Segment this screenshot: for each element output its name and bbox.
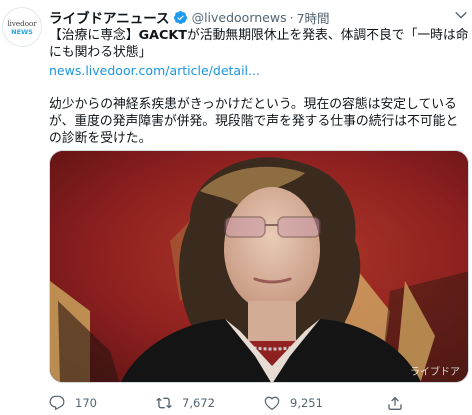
retweet-icon xyxy=(156,397,172,409)
avatar[interactable]: livedoor NEWS xyxy=(2,7,42,47)
tweet-body: 幼少からの神経系疾患がきっかけだという。現在の容態は安定しているが、重度の発声障… xyxy=(49,97,459,146)
tweet-headline: 【治療に専念】GACKTが活動無期限休止を発表、体調不良で「一時は命にも関わる状… xyxy=(49,27,469,61)
tweet-photo[interactable]: ライブドア xyxy=(49,150,469,383)
avatar-logo-line2: NEWS xyxy=(11,27,33,36)
action-bar: 170 7,672 9,251 xyxy=(49,394,409,412)
meta-separator: · xyxy=(289,9,294,25)
avatar-logo-line1: livedoor xyxy=(7,18,37,28)
verified-badge-icon xyxy=(173,10,187,24)
author-name[interactable]: ライブドアニュース xyxy=(49,7,170,27)
headline-prefix: 【治療に専念】 xyxy=(49,28,139,43)
tweet-card[interactable]: livedoor NEWS ライブドアニュース @livedoornews · … xyxy=(0,0,472,415)
chevron-down-icon[interactable] xyxy=(452,6,470,24)
share-button[interactable] xyxy=(387,394,413,412)
like-count: 9,251 xyxy=(290,396,323,410)
article-link[interactable]: news.livedoor.com/article/detail... xyxy=(49,62,260,79)
retweet-button[interactable]: 7,672 xyxy=(156,394,215,412)
share-icon xyxy=(388,396,402,410)
tweet-timestamp[interactable]: 7時間 xyxy=(297,8,330,27)
headline-bold: GACKT xyxy=(138,28,188,43)
reply-button[interactable]: 170 xyxy=(49,394,97,412)
like-icon xyxy=(264,396,280,410)
reply-count: 170 xyxy=(75,396,97,410)
like-button[interactable]: 9,251 xyxy=(264,394,323,412)
author-handle[interactable]: @livedoornews xyxy=(192,10,287,25)
tweet-header: ライブドアニュース @livedoornews · 7時間 xyxy=(49,7,330,28)
reply-icon xyxy=(49,395,65,410)
photo-illustration xyxy=(50,151,468,382)
photo-watermark: ライブドア xyxy=(410,367,460,378)
retweet-count: 7,672 xyxy=(182,396,215,410)
